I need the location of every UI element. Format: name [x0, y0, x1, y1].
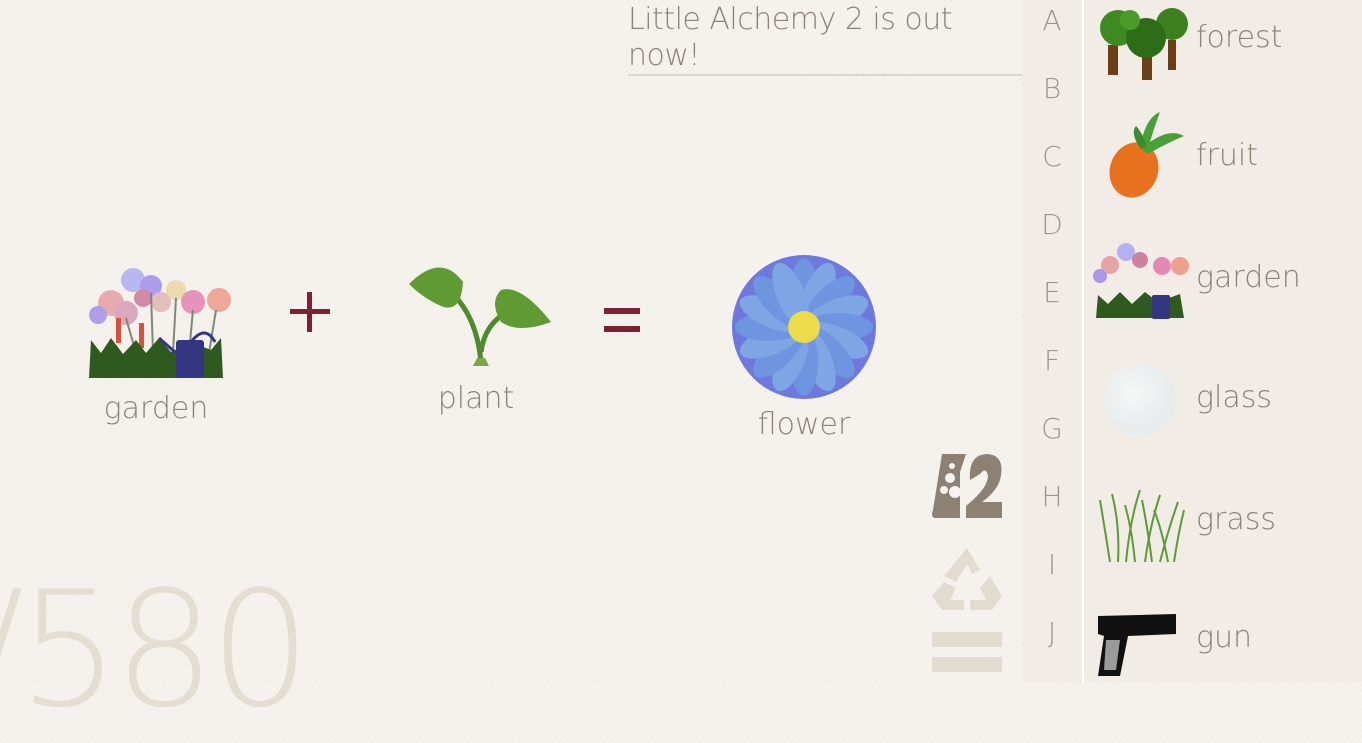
- library-item-gun[interactable]: gun: [1084, 600, 1362, 700]
- recycle-icon: [932, 548, 1002, 610]
- garden-icon: [89, 268, 231, 378]
- plus-operator: [288, 290, 332, 339]
- combination-element-garden[interactable]: garden: [76, 258, 236, 426]
- glass-icon: [1104, 364, 1176, 436]
- library-item-label: fruit: [1196, 138, 1259, 173]
- library-item-label: grass: [1196, 502, 1276, 537]
- letter-index-i[interactable]: I: [1022, 548, 1082, 581]
- library-item-label: forest: [1196, 20, 1283, 55]
- fruit-icon: [1109, 112, 1184, 198]
- little-alchemy-2-icon: [932, 454, 1002, 518]
- combination-element-plant[interactable]: plant: [396, 262, 556, 416]
- library-item-fruit[interactable]: fruit: [1084, 108, 1362, 208]
- letter-index-b[interactable]: B: [1022, 72, 1082, 105]
- library-item-grass[interactable]: grass: [1084, 480, 1362, 580]
- combination-element-label: garden: [103, 391, 209, 426]
- forest-icon: [1100, 8, 1188, 80]
- library-item-label: garden: [1196, 260, 1301, 295]
- plant-icon: [409, 267, 551, 366]
- letter-index-f[interactable]: F: [1022, 344, 1082, 377]
- combination-result-label: flower: [757, 407, 851, 442]
- grass-icon: [1099, 489, 1185, 563]
- letter-index-h[interactable]: H: [1022, 480, 1082, 513]
- library-item-garden[interactable]: garden: [1084, 240, 1362, 340]
- element-library[interactable]: forest fruit garden glass grass gun: [1084, 0, 1362, 682]
- little-alchemy-2-banner-link[interactable]: Little Alchemy 2 is out now!: [628, 2, 1022, 76]
- menu-button[interactable]: [930, 630, 1004, 687]
- letter-index-d[interactable]: D: [1022, 208, 1082, 241]
- library-item-label: gun: [1196, 620, 1253, 655]
- library-item-glass[interactable]: glass: [1084, 358, 1362, 458]
- letter-index-a[interactable]: A: [1022, 4, 1082, 37]
- library-item-label: glass: [1196, 380, 1272, 415]
- alphabet-index: A B C D E F G H I J: [1022, 0, 1084, 682]
- recycle-button[interactable]: [930, 546, 1004, 617]
- flower-icon: [732, 255, 876, 399]
- gun-icon: [1098, 614, 1176, 676]
- equals-operator: [602, 306, 642, 341]
- combination-element-label: plant: [437, 381, 515, 416]
- letter-index-e[interactable]: E: [1022, 276, 1082, 309]
- library-item-forest[interactable]: forest: [1084, 0, 1362, 100]
- garden-icon: [1093, 243, 1189, 319]
- menu-icon: [932, 632, 1002, 672]
- workspace[interactable]: Little Alchemy 2 is out now! /580 garden…: [0, 0, 1022, 740]
- letter-index-c[interactable]: C: [1022, 140, 1082, 173]
- letter-index-g[interactable]: G: [1022, 412, 1082, 445]
- letter-index-j[interactable]: J: [1022, 616, 1082, 649]
- combination-result-flower[interactable]: flower: [724, 252, 884, 442]
- elements-counter: /580: [0, 556, 311, 743]
- little-alchemy-2-button[interactable]: [930, 450, 1004, 529]
